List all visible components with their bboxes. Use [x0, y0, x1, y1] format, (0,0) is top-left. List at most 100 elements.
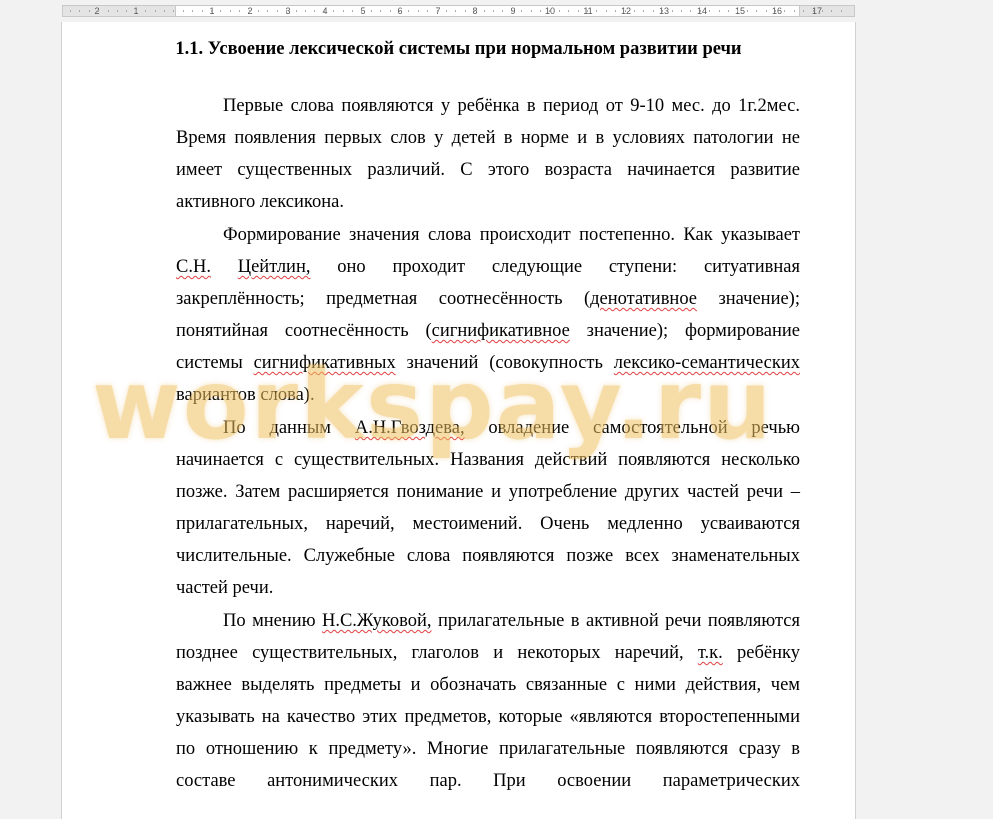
ruler-tick	[437, 10, 438, 12]
ruler-tick	[841, 10, 842, 12]
text-line: начинается с существительных. Названия д…	[176, 450, 800, 470]
ruler-tick	[719, 10, 720, 12]
ruler-tick	[361, 10, 362, 12]
ruler-tick	[324, 10, 325, 12]
ruler-tick	[747, 10, 748, 12]
ruler-tick	[587, 10, 588, 12]
ruler-tick	[784, 10, 785, 12]
ruler-tick	[540, 10, 541, 12]
text-line: важнее выделять предметы и обозначать св…	[176, 675, 800, 695]
text-line: имеет существенных различий. С этого воз…	[176, 160, 800, 180]
ruler-tick	[89, 10, 90, 12]
text-line: Формирование значения слова происходит п…	[223, 225, 800, 245]
text-line: понятийная соотнесённость (сигнификативн…	[176, 321, 800, 341]
ruler-tick	[634, 10, 635, 12]
ruler-tick	[615, 10, 616, 12]
ruler-tick	[822, 10, 823, 12]
text-line: Первые слова появляются у ребёнка в пери…	[223, 96, 800, 116]
horizontal-ruler[interactable]: 211234567891011121314151617	[0, 0, 993, 22]
ruler-tick	[756, 10, 757, 12]
ruler-tick	[183, 10, 184, 12]
ruler-number: 16	[771, 6, 783, 16]
ruler-tick	[399, 10, 400, 12]
ruler-tick	[559, 10, 560, 12]
ruler-tick	[672, 10, 673, 12]
ruler-tick	[258, 10, 259, 12]
text-line: По данным А.Н.Гвоздева, овладение самост…	[223, 418, 800, 438]
ruler-tick	[493, 10, 494, 12]
ruler-tick	[502, 10, 503, 12]
spelling-flag[interactable]: т.к.	[698, 643, 723, 663]
text-line: составе антонимических пар. При освоении…	[176, 771, 800, 791]
ruler-tick	[690, 10, 691, 12]
ruler-tick	[173, 10, 174, 12]
text-line: по отношению к предмету». Многие прилага…	[176, 739, 800, 759]
ruler-tick	[775, 10, 776, 12]
spelling-flag[interactable]: денотативное	[590, 289, 697, 309]
text-line: числительные. Служебные слова появляются…	[176, 546, 800, 566]
ruler-tick	[126, 10, 127, 12]
text-line: По мнению Н.С.Жуковой, прилагательные в …	[223, 611, 800, 631]
spelling-flag[interactable]: сигнификативное	[432, 321, 570, 341]
ruler-tick	[408, 10, 409, 12]
ruler-tick	[230, 10, 231, 12]
ruler-tick	[117, 10, 118, 12]
ruler-tick	[512, 10, 513, 12]
ruler-tick	[70, 10, 71, 12]
ruler-tick	[333, 10, 334, 12]
spelling-flag[interactable]: сигнификативных	[254, 353, 396, 373]
ruler-tick	[700, 10, 701, 12]
ruler-tick	[446, 10, 447, 12]
ruler-tick	[352, 10, 353, 12]
ruler-tick	[813, 10, 814, 12]
ruler-tick	[643, 10, 644, 12]
ruler-tick	[108, 10, 109, 12]
text-line: закреплённость; предметная соотнесённост…	[176, 289, 800, 309]
spelling-flag[interactable]: Цейтлин,	[238, 257, 311, 277]
ruler-tick	[737, 10, 738, 12]
ruler-tick	[155, 10, 156, 12]
spelling-flag[interactable]: Н.С.Жуковой,	[322, 611, 432, 631]
ruler-tick	[145, 10, 146, 12]
spelling-flag[interactable]: А.Н.Гвоздева,	[355, 418, 465, 438]
ruler-number: 14	[696, 6, 708, 16]
ruler-tick	[249, 10, 250, 12]
ruler-tick	[653, 10, 654, 12]
text-line: Время появления первых слов у детей в но…	[176, 128, 800, 148]
ruler-tick	[662, 10, 663, 12]
ruler-tick	[314, 10, 315, 12]
ruler-tick	[192, 10, 193, 12]
text-line: активного лексикона.	[176, 192, 344, 212]
ruler-tick	[531, 10, 532, 12]
ruler-tick	[521, 10, 522, 12]
text-line: вариантов слова).	[176, 385, 315, 405]
document-page[interactable]: 1.1. Усвоение лексической системы при но…	[61, 22, 856, 819]
ruler-tick	[343, 10, 344, 12]
ruler-tick	[606, 10, 607, 12]
ruler-tick	[427, 10, 428, 12]
ruler-right-margin	[799, 5, 855, 17]
ruler-tick	[578, 10, 579, 12]
spelling-flag[interactable]: С.Н.	[176, 257, 211, 277]
ruler-tick	[465, 10, 466, 12]
ruler-tick	[79, 10, 80, 12]
ruler-tick	[390, 10, 391, 12]
ruler-tick	[625, 10, 626, 12]
ruler-tick	[728, 10, 729, 12]
ruler-number: 11	[583, 6, 593, 16]
text-line: позднее существительных, глаголов и неко…	[176, 643, 800, 663]
text-line: прилагательных, наречий, местоимений. Оч…	[176, 514, 800, 534]
text-line: С.Н. Цейтлин, оно проходит следующие сту…	[176, 257, 801, 277]
ruler-tick	[202, 10, 203, 12]
ruler-tick	[239, 10, 240, 12]
ruler-tick	[267, 10, 268, 12]
ruler-number: 10	[544, 6, 556, 16]
spelling-flag[interactable]: лексико-семантических	[614, 353, 800, 373]
ruler-tick	[277, 10, 278, 12]
text-line: позже. Затем расширяется понимание и упо…	[176, 482, 800, 502]
ruler-tick	[305, 10, 306, 12]
ruler-tick	[418, 10, 419, 12]
ruler-tick	[286, 10, 287, 12]
ruler-tick	[549, 10, 550, 12]
section-heading: 1.1. Усвоение лексической системы при но…	[175, 39, 742, 59]
